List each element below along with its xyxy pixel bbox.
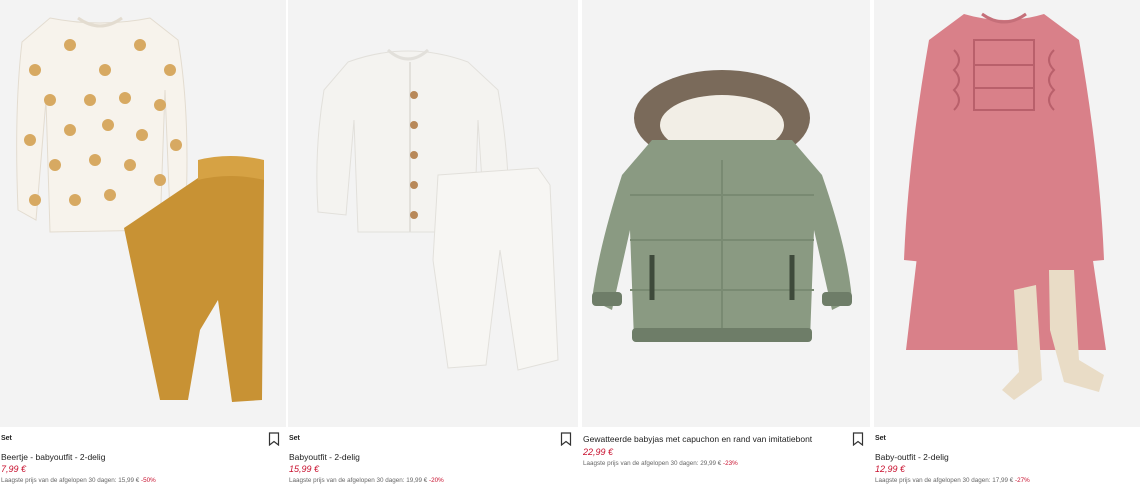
product-grid: Set Beertje - babyoutfit - 2-delig 7,99 … [0,0,1140,489]
product-title[interactable]: Babyoutfit - 2-delig [289,452,360,462]
pink-dress-outfit-image [904,12,1106,400]
product-info-4: Set Baby-outfit - 2-delig 12,99 € Laagst… [874,430,1140,489]
lowest-price-text: Laagste prijs van de afgelopen 30 dagen:… [583,460,722,467]
product-card-1[interactable]: Set Beertje - babyoutfit - 2-delig 7,99 … [0,0,286,489]
white-cardigan-outfit-image [316,48,559,371]
lowest-price-note: Laagste prijs van de afgelopen 30 dagen:… [1,477,156,484]
product-info-3: Gewatteerde babyjas met capuchon en rand… [582,430,870,489]
bookmark-icon[interactable] [560,432,572,446]
product-price: 15,99 € [289,464,320,474]
padded-jacket-image [592,70,852,342]
product-info-1: Set Beertje - babyoutfit - 2-delig 7,99 … [0,430,286,489]
product-card-2[interactable]: Set Babyoutfit - 2-delig 15,99 € Laagste… [288,0,578,489]
discount-percentage: -50% [141,477,156,484]
product-image-4[interactable] [874,0,1140,427]
lowest-price-text: Laagste prijs van de afgelopen 30 dagen:… [289,477,428,484]
lowest-price-note: Laagste prijs van de afgelopen 30 dagen:… [583,460,738,467]
product-price: 22,99 € [583,447,614,457]
bookmark-icon[interactable] [852,432,864,446]
product-card-3[interactable]: Gewatteerde babyjas met capuchon en rand… [582,0,870,489]
product-price: 7,99 € [1,464,27,474]
lowest-price-note: Laagste prijs van de afgelopen 30 dagen:… [875,477,1030,484]
product-title[interactable]: Baby-outfit - 2-delig [875,452,949,462]
lowest-price-text: Laagste prijs van de afgelopen 30 dagen:… [875,477,1014,484]
discount-percentage: -23% [723,460,738,467]
product-image-1[interactable] [0,0,286,427]
bookmark-icon[interactable] [268,432,280,446]
discount-percentage: -20% [429,477,444,484]
product-card-4[interactable]: Set Baby-outfit - 2-delig 12,99 € Laagst… [874,0,1140,489]
product-image-2[interactable] [288,0,578,427]
product-image-3[interactable] [582,0,870,427]
teddy-outfit-image [16,16,264,402]
lowest-price-text: Laagste prijs van de afgelopen 30 dagen:… [1,477,140,484]
set-badge: Set [1,435,12,442]
product-price: 12,99 € [875,464,906,474]
set-badge: Set [875,435,886,442]
product-info-2: Set Babyoutfit - 2-delig 15,99 € Laagste… [288,430,578,489]
lowest-price-note: Laagste prijs van de afgelopen 30 dagen:… [289,477,444,484]
product-title[interactable]: Beertje - babyoutfit - 2-delig [1,452,105,462]
product-title[interactable]: Gewatteerde babyjas met capuchon en rand… [583,434,812,444]
discount-percentage: -27% [1015,477,1030,484]
set-badge: Set [289,435,300,442]
